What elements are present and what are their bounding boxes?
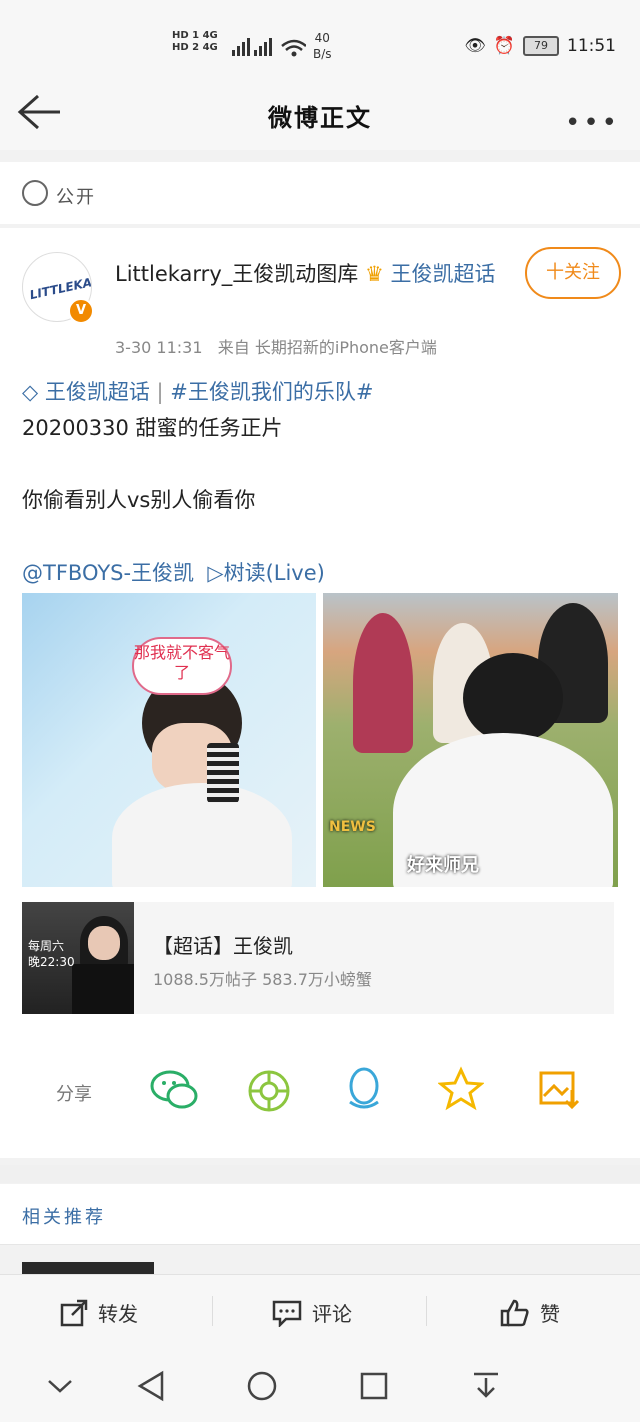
post-mentions: @TFBOYS-王俊凯 ▷树读(Live) bbox=[22, 557, 325, 587]
moments-icon[interactable] bbox=[246, 1068, 292, 1114]
alarm-icon: ⏰ bbox=[493, 36, 515, 56]
mention-link[interactable]: @TFBOYS-王俊凯 bbox=[22, 561, 194, 585]
eye-icon: 👁 bbox=[464, 36, 486, 56]
action-divider bbox=[426, 1296, 427, 1326]
diamond-icon: ◇ bbox=[22, 380, 39, 404]
comment-icon bbox=[272, 1300, 302, 1327]
system-nav-bar bbox=[0, 1352, 640, 1422]
post-topics: ◇ 王俊凯超话 | #王俊凯我们的乐队# bbox=[22, 376, 374, 406]
post-text-line2: 你偷看别人vs别人偷看你 bbox=[22, 488, 256, 512]
visibility-row bbox=[0, 162, 640, 224]
poster-line2: 晚22:30 bbox=[28, 955, 75, 969]
image1-caption: 那我就不客气了 bbox=[132, 637, 232, 695]
globe-icon bbox=[22, 180, 48, 206]
post-time: 3-30 11:31 bbox=[115, 338, 203, 357]
nav-recents-icon[interactable] bbox=[358, 1370, 390, 1402]
super-topic-poster: 每周六 晚22:30 bbox=[22, 902, 134, 1014]
clock: 11:51 bbox=[567, 36, 616, 56]
author-topic[interactable]: 王俊凯超话 bbox=[390, 262, 495, 286]
action-divider bbox=[212, 1296, 213, 1326]
repost-icon bbox=[60, 1299, 88, 1326]
follow-button[interactable]: 十关注 bbox=[525, 247, 621, 299]
hashtag-link[interactable]: #王俊凯我们的乐队# bbox=[170, 380, 373, 404]
topic-separator: | bbox=[156, 380, 171, 404]
repost-button[interactable]: 转发 bbox=[60, 1298, 138, 1327]
wechat-icon[interactable] bbox=[150, 1068, 198, 1114]
network-indicator: HD 1 4G HD 2 4G bbox=[172, 30, 218, 53]
more-options-icon[interactable]: ••• bbox=[565, 108, 620, 138]
status-right: 👁 ⏰ 79 11:51 bbox=[464, 36, 616, 56]
crown-icon: ♛ bbox=[364, 262, 384, 286]
nav-home-icon[interactable] bbox=[246, 1370, 278, 1402]
notification-pulldown-icon[interactable] bbox=[470, 1370, 502, 1402]
thumbs-up-icon bbox=[500, 1299, 529, 1326]
author-name[interactable]: Littlekarry_王俊凯动图库 ♛ 王俊凯超话 bbox=[115, 256, 505, 292]
post-image-1[interactable]: 那我就不客气了 bbox=[22, 593, 316, 887]
super-topic-stats: 1088.5万帖子 583.7万小螃蟹 bbox=[153, 970, 372, 989]
post-text-line1: 20200330 甜蜜的任务正片 bbox=[22, 416, 283, 440]
network-speed: 40 B/s bbox=[313, 31, 332, 61]
live-link[interactable]: ▷树读(Live) bbox=[207, 561, 324, 585]
comment-button[interactable]: 评论 bbox=[272, 1298, 352, 1327]
chevron-down-icon[interactable] bbox=[46, 1376, 74, 1396]
qzone-icon[interactable] bbox=[438, 1066, 484, 1112]
poster-line1: 每周六 bbox=[28, 939, 65, 953]
section-gap bbox=[0, 1165, 640, 1183]
related-thumbnail[interactable] bbox=[22, 1262, 154, 1274]
post-meta: 3-30 11:31 来自 长期招新的iPhone客户端 bbox=[115, 334, 437, 358]
nav-back-icon[interactable] bbox=[136, 1370, 168, 1402]
like-button[interactable]: 赞 bbox=[500, 1298, 560, 1327]
post-source: 来自 长期招新的iPhone客户端 bbox=[217, 338, 437, 357]
image2-caption: 好来师兄 bbox=[407, 855, 479, 876]
image2-logo: NEWS bbox=[329, 819, 376, 835]
qq-icon[interactable] bbox=[342, 1066, 386, 1114]
super-topic-title: 【超话】王俊凯 bbox=[153, 934, 293, 958]
battery-indicator: 79 bbox=[523, 36, 559, 56]
share-label: 分享 bbox=[56, 1084, 92, 1105]
verified-badge: V bbox=[68, 298, 94, 324]
visibility-label: 公开 bbox=[56, 187, 96, 208]
related-title: 相关推荐 bbox=[22, 1207, 106, 1228]
post-image-2[interactable]: NEWS 好来师兄 bbox=[323, 593, 618, 887]
topic-link[interactable]: 王俊凯超话 bbox=[45, 380, 150, 404]
page-title: 微博正文 bbox=[268, 104, 372, 132]
related-divider bbox=[0, 1244, 640, 1245]
save-image-icon[interactable] bbox=[538, 1068, 580, 1110]
signal-wifi-icon bbox=[232, 38, 306, 57]
